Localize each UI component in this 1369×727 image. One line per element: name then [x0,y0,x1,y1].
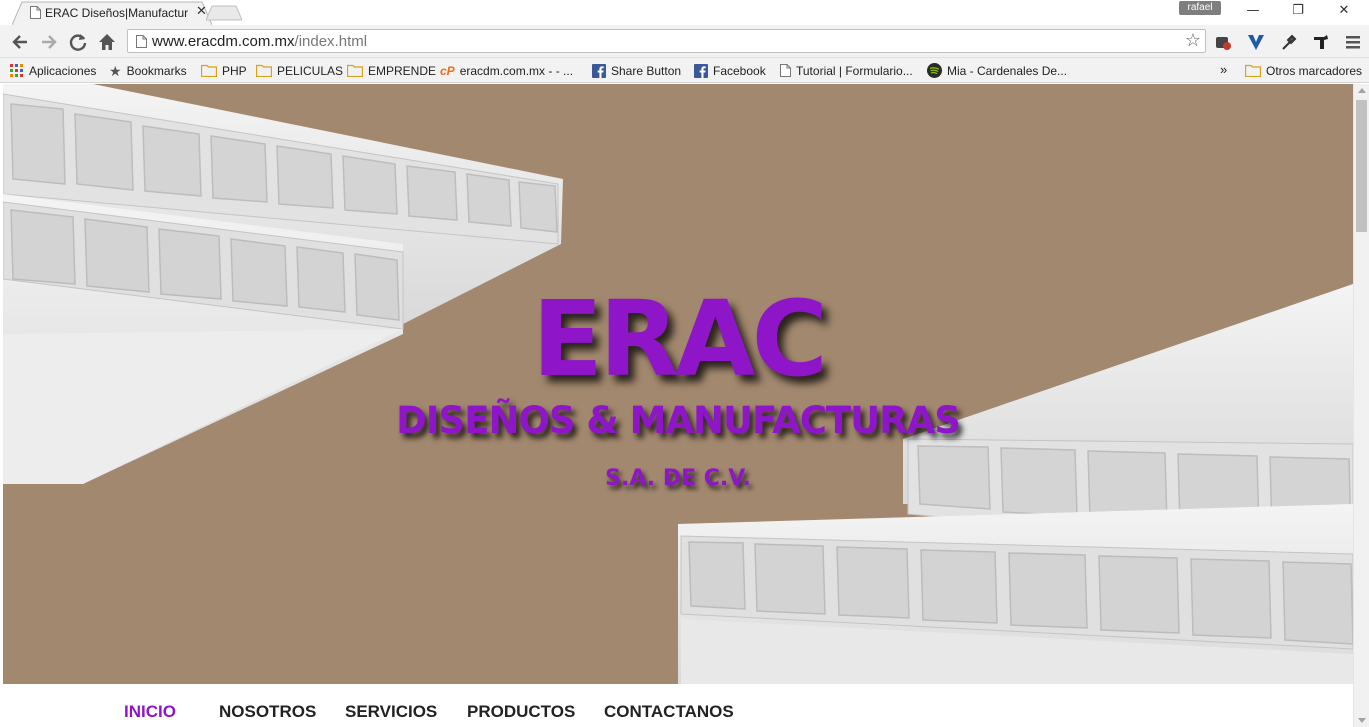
home-icon[interactable] [96,31,118,53]
url-text: www.eracdm.com.mx/index.html [152,33,367,50]
forward-arrow-icon[interactable] [38,31,60,53]
page-icon [136,35,147,48]
nav-contactanos[interactable]: CONTACTANOS [604,702,734,722]
bookmark-label: PELICULAS [277,63,344,78]
bookmark-label: EMPRENDE [368,63,437,78]
shield-extension-icon[interactable] [1246,32,1266,52]
page-icon [30,6,41,19]
main-nav: INICIO NOSOTROS SERVICIOS PRODUCTOS CONT… [3,684,1353,727]
folder-icon [256,65,272,78]
bookmark-label: Bookmarks [126,63,187,78]
tab-title: ERAC Diseños|Manufactur [45,6,189,20]
scroll-up-arrow-icon[interactable] [1358,88,1366,93]
bookmark-label: Otros marcadores [1266,63,1363,78]
page-viewport: ERAC DISEÑOS & MANUFACTURAS S.A. DE C.V.… [0,84,1369,727]
browser-toolbar: www.eracdm.com.mx/index.html ☆ [0,25,1369,58]
folder-icon [1245,65,1261,78]
hero-text-block: ERAC DISEÑOS & MANUFACTURAS S.A. DE C.V. [3,84,1353,684]
bookmark-label: Share Button [611,63,682,78]
url-path: /index.html [294,33,368,50]
bookmark-facebook[interactable]: Facebook [694,61,766,79]
scroll-thumb[interactable] [1356,100,1367,232]
bookmark-label: Mia - Cardenales De... [947,63,1068,78]
bookmark-emprende[interactable]: EMPRENDE [347,61,436,79]
new-tab-button[interactable] [206,5,242,21]
folder-icon [347,65,363,78]
hammer-icon[interactable] [1311,32,1331,52]
vertical-scrollbar[interactable] [1353,84,1369,727]
bookmark-bookmarks[interactable]: ★ Bookmarks [109,61,187,79]
address-bar[interactable]: www.eracdm.com.mx/index.html ☆ [127,29,1206,53]
bookmark-cpanel[interactable]: cP eracdm.com.mx - - ... [440,61,573,79]
bookmark-label: eracdm.com.mx - - ... [459,63,574,78]
star-icon: ★ [109,62,122,79]
bookmark-peliculas[interactable]: PELICULAS [256,61,343,79]
bookmark-spotify[interactable]: Mia - Cardenales De... [927,61,1067,79]
facebook-icon [694,63,708,78]
bookmark-label: Facebook [713,63,766,78]
bookmarks-bar: Aplicaciones ★ Bookmarks PHP PELICULAS EM… [0,58,1369,83]
minimize-button[interactable]: — [1240,2,1266,20]
browser-tab[interactable]: ERAC Diseños|Manufactur ✕ [12,1,212,25]
bookmark-aplicaciones[interactable]: Aplicaciones [10,61,96,79]
close-window-button[interactable]: ✕ [1331,2,1357,20]
brand-subtitle: DISEÑOS & MANUFACTURAS [396,399,961,442]
hero-banner: ERAC DISEÑOS & MANUFACTURAS S.A. DE C.V. [3,84,1353,684]
bookmark-share-button[interactable]: Share Button [592,61,681,79]
nav-nosotros[interactable]: NOSOTROS [219,702,316,722]
bookmark-star-icon[interactable]: ☆ [1185,31,1201,51]
scroll-down-arrow-icon[interactable] [1358,718,1366,723]
bookmarks-overflow-button[interactable]: » [1220,61,1227,79]
url-host: www.eracdm.com.mx [152,33,295,50]
folder-icon [201,65,217,78]
nav-servicios[interactable]: SERVICIOS [345,702,437,722]
extension-puzzle-icon[interactable] [1213,32,1233,52]
brand-title: ERAC [532,278,828,400]
restore-button[interactable]: ❐ [1285,2,1311,20]
eyedropper-icon[interactable] [1279,32,1299,52]
bookmark-php[interactable]: PHP [201,61,247,79]
bookmark-label: Tutorial | Formulario... [796,63,913,78]
back-arrow-icon[interactable] [9,31,31,53]
spotify-icon [927,63,942,79]
nav-inicio[interactable]: INICIO [124,702,176,722]
profile-badge[interactable]: rafael [1179,1,1221,15]
apps-grid-icon [10,63,23,77]
bookmark-otros-marcadores[interactable]: Otros marcadores [1245,61,1362,79]
bookmark-label: Aplicaciones [29,63,97,78]
reload-icon[interactable] [67,31,89,53]
bookmark-label: PHP [222,63,247,78]
page-icon [780,64,791,78]
title-bar: ERAC Diseños|Manufactur ✕ rafael — ❐ ✕ [0,0,1369,25]
bookmark-tutorial[interactable]: Tutorial | Formulario... [780,61,913,79]
nav-productos[interactable]: PRODUCTOS [467,702,575,722]
brand-legal-suffix: S.A. DE C.V. [605,466,751,491]
menu-icon[interactable] [1343,32,1363,52]
cpanel-icon: cP [440,63,455,78]
facebook-icon [592,63,606,78]
